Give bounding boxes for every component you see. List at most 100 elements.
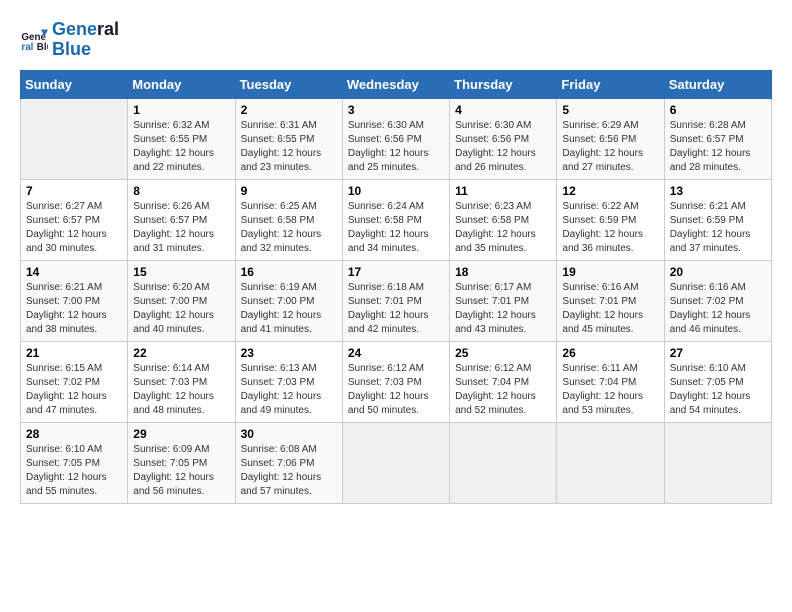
weekday-header-tuesday: Tuesday (235, 70, 342, 98)
day-number: 30 (241, 427, 337, 441)
calendar-cell (664, 422, 771, 503)
day-number: 5 (562, 103, 658, 117)
calendar-week-5: 28Sunrise: 6:10 AMSunset: 7:05 PMDayligh… (21, 422, 772, 503)
page-header: Gene ral Blue GeneralBlue (20, 20, 772, 60)
calendar-cell: 1 Sunrise: 6:32 AMSunset: 6:55 PMDaylight… (128, 98, 235, 179)
calendar-cell: 5 Sunrise: 6:29 AMSunset: 6:56 PMDaylight… (557, 98, 664, 179)
day-info: Sunrise: 6:12 AMSunset: 7:03 PMDaylight:… (348, 362, 444, 418)
day-info: Sunrise: 6:21 AMSunset: 7:00 PMDaylight:… (26, 281, 122, 337)
day-number: 6 (670, 103, 766, 117)
day-number: 24 (348, 346, 444, 360)
day-info: Sunrise: 6:21 AMSunset: 6:59 PMDaylight:… (670, 200, 766, 256)
calendar-cell: 25 Sunrise: 6:12 AMSunset: 7:04 PMDayligh… (450, 341, 557, 422)
day-number: 29 (133, 427, 229, 441)
day-info: Sunrise: 6:09 AMSunset: 7:05 PMDaylight:… (133, 443, 229, 499)
weekday-header-monday: Monday (128, 70, 235, 98)
day-info: Sunrise: 6:20 AMSunset: 7:00 PMDaylight:… (133, 281, 229, 337)
day-info: Sunrise: 6:18 AMSunset: 7:01 PMDaylight:… (348, 281, 444, 337)
day-number: 14 (26, 265, 122, 279)
calendar-cell: 10 Sunrise: 6:24 AMSunset: 6:58 PMDayligh… (342, 179, 449, 260)
svg-text:Blue: Blue (37, 42, 48, 53)
calendar-cell: 6Sunrise: 6:28 AMSunset: 6:57 PMDaylight… (664, 98, 771, 179)
day-number: 4 (455, 103, 551, 117)
calendar-cell: 12 Sunrise: 6:22 AMSunset: 6:59 PMDayligh… (557, 179, 664, 260)
calendar-week-3: 14 Sunrise: 6:21 AMSunset: 7:00 PMDayligh… (21, 260, 772, 341)
calendar-cell: 15Sunrise: 6:20 AMSunset: 7:00 PMDayligh… (128, 260, 235, 341)
day-info: Sunrise: 6:23 AMSunset: 6:58 PMDaylight:… (455, 200, 551, 256)
day-number: 17 (348, 265, 444, 279)
calendar-cell: 3 Sunrise: 6:30 AMSunset: 6:56 PMDaylight… (342, 98, 449, 179)
day-number: 21 (26, 346, 122, 360)
calendar-cell: 19 Sunrise: 6:16 AMSunset: 7:01 PMDayligh… (557, 260, 664, 341)
day-info: Sunrise: 6:17 AMSunset: 7:01 PMDaylight:… (455, 281, 551, 337)
day-info: Sunrise: 6:25 AMSunset: 6:58 PMDaylight:… (241, 200, 337, 256)
day-info: Sunrise: 6:31 AMSunset: 6:55 PMDaylight:… (241, 119, 337, 175)
calendar-cell: 27 Sunrise: 6:10 AMSunset: 7:05 PMDayligh… (664, 341, 771, 422)
calendar-cell: 17 Sunrise: 6:18 AMSunset: 7:01 PMDayligh… (342, 260, 449, 341)
day-number: 2 (241, 103, 337, 117)
calendar-cell: 14 Sunrise: 6:21 AMSunset: 7:00 PMDayligh… (21, 260, 128, 341)
calendar-table: SundayMondayTuesdayWednesdayThursdayFrid… (20, 70, 772, 504)
calendar-cell: 21 Sunrise: 6:15 AMSunset: 7:02 PMDayligh… (21, 341, 128, 422)
calendar-cell: 9 Sunrise: 6:25 AMSunset: 6:58 PMDaylight… (235, 179, 342, 260)
day-number: 18 (455, 265, 551, 279)
logo-icon: Gene ral Blue (20, 26, 48, 54)
day-number: 20 (670, 265, 766, 279)
day-info: Sunrise: 6:26 AMSunset: 6:57 PMDaylight:… (133, 200, 229, 256)
day-info: Sunrise: 6:11 AMSunset: 7:04 PMDaylight:… (562, 362, 658, 418)
day-info: Sunrise: 6:30 AMSunset: 6:56 PMDaylight:… (455, 119, 551, 175)
calendar-cell: 23Sunrise: 6:13 AMSunset: 7:03 PMDayligh… (235, 341, 342, 422)
day-info: Sunrise: 6:10 AMSunset: 7:05 PMDaylight:… (26, 443, 122, 499)
day-number: 19 (562, 265, 658, 279)
day-info: Sunrise: 6:27 AMSunset: 6:57 PMDaylight:… (26, 200, 122, 256)
day-info: Sunrise: 6:24 AMSunset: 6:58 PMDaylight:… (348, 200, 444, 256)
day-number: 22 (133, 346, 229, 360)
day-number: 25 (455, 346, 551, 360)
calendar-cell (450, 422, 557, 503)
day-number: 12 (562, 184, 658, 198)
calendar-week-1: 1 Sunrise: 6:32 AMSunset: 6:55 PMDaylight… (21, 98, 772, 179)
weekday-header-thursday: Thursday (450, 70, 557, 98)
calendar-cell: 24 Sunrise: 6:12 AMSunset: 7:03 PMDayligh… (342, 341, 449, 422)
day-number: 10 (348, 184, 444, 198)
calendar-cell: 29 Sunrise: 6:09 AMSunset: 7:05 PMDayligh… (128, 422, 235, 503)
calendar-cell: 11 Sunrise: 6:23 AMSunset: 6:58 PMDayligh… (450, 179, 557, 260)
day-number: 1 (133, 103, 229, 117)
calendar-cell: 30 Sunrise: 6:08 AMSunset: 7:06 PMDayligh… (235, 422, 342, 503)
calendar-cell: 13Sunrise: 6:21 AMSunset: 6:59 PMDayligh… (664, 179, 771, 260)
calendar-cell: 22 Sunrise: 6:14 AMSunset: 7:03 PMDayligh… (128, 341, 235, 422)
calendar-cell: 20 Sunrise: 6:16 AMSunset: 7:02 PMDayligh… (664, 260, 771, 341)
weekday-header-friday: Friday (557, 70, 664, 98)
day-info: Sunrise: 6:22 AMSunset: 6:59 PMDaylight:… (562, 200, 658, 256)
day-info: Sunrise: 6:30 AMSunset: 6:56 PMDaylight:… (348, 119, 444, 175)
calendar-cell: 26 Sunrise: 6:11 AMSunset: 7:04 PMDayligh… (557, 341, 664, 422)
calendar-cell (21, 98, 128, 179)
calendar-cell: 7Sunrise: 6:27 AMSunset: 6:57 PMDaylight… (21, 179, 128, 260)
day-info: Sunrise: 6:16 AMSunset: 7:01 PMDaylight:… (562, 281, 658, 337)
day-info: Sunrise: 6:08 AMSunset: 7:06 PMDaylight:… (241, 443, 337, 499)
calendar-week-2: 7Sunrise: 6:27 AMSunset: 6:57 PMDaylight… (21, 179, 772, 260)
day-info: Sunrise: 6:16 AMSunset: 7:02 PMDaylight:… (670, 281, 766, 337)
day-info: Sunrise: 6:12 AMSunset: 7:04 PMDaylight:… (455, 362, 551, 418)
day-info: Sunrise: 6:32 AMSunset: 6:55 PMDaylight:… (133, 119, 229, 175)
day-number: 26 (562, 346, 658, 360)
day-number: 11 (455, 184, 551, 198)
logo-name: GeneralBlue (52, 20, 119, 60)
day-info: Sunrise: 6:15 AMSunset: 7:02 PMDaylight:… (26, 362, 122, 418)
calendar-week-4: 21 Sunrise: 6:15 AMSunset: 7:02 PMDayligh… (21, 341, 772, 422)
day-number: 3 (348, 103, 444, 117)
day-info: Sunrise: 6:29 AMSunset: 6:56 PMDaylight:… (562, 119, 658, 175)
day-number: 23 (241, 346, 337, 360)
day-info: Sunrise: 6:19 AMSunset: 7:00 PMDaylight:… (241, 281, 337, 337)
calendar-cell: 28Sunrise: 6:10 AMSunset: 7:05 PMDayligh… (21, 422, 128, 503)
weekday-header-wednesday: Wednesday (342, 70, 449, 98)
calendar-cell: 16Sunrise: 6:19 AMSunset: 7:00 PMDayligh… (235, 260, 342, 341)
svg-text:ral: ral (21, 42, 33, 53)
day-number: 27 (670, 346, 766, 360)
day-number: 9 (241, 184, 337, 198)
day-number: 8 (133, 184, 229, 198)
calendar-cell (557, 422, 664, 503)
day-info: Sunrise: 6:14 AMSunset: 7:03 PMDaylight:… (133, 362, 229, 418)
logo: Gene ral Blue GeneralBlue (20, 20, 119, 60)
day-info: Sunrise: 6:10 AMSunset: 7:05 PMDaylight:… (670, 362, 766, 418)
